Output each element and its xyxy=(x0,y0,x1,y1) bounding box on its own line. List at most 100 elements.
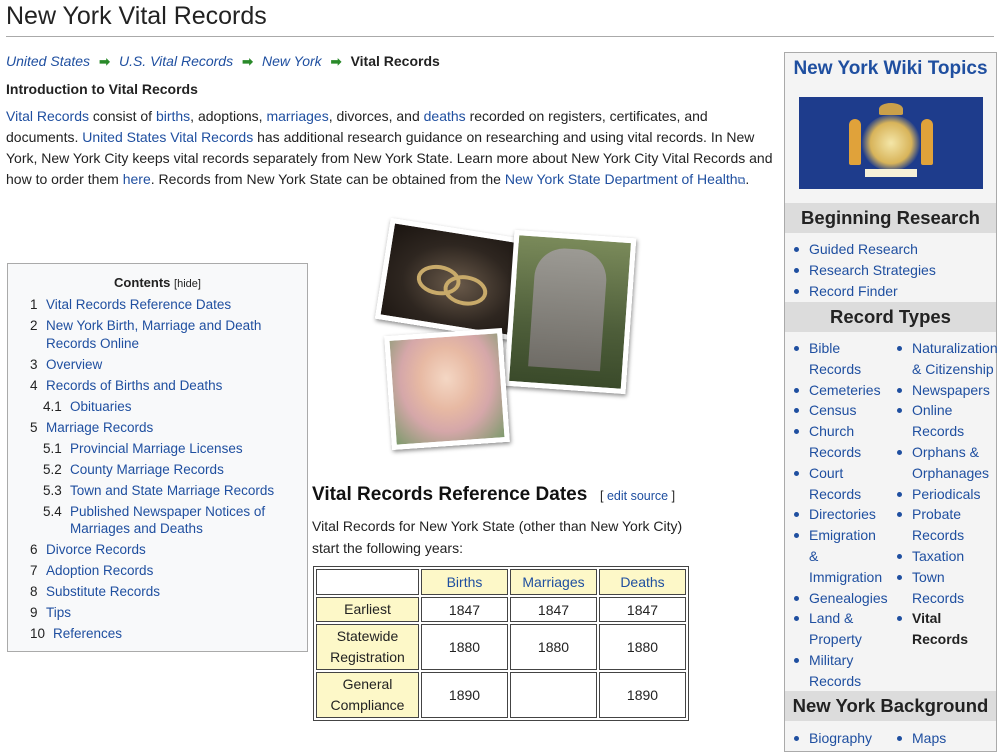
section-record-types: Record Types xyxy=(785,302,996,332)
column-header[interactable]: Marriages xyxy=(510,569,597,595)
sidebar-item: Land & Property xyxy=(785,608,889,650)
toc-item: 10 References xyxy=(8,625,307,643)
sidebar-link[interactable]: Taxation xyxy=(912,548,964,564)
toc-link[interactable]: Town and State Marriage Records xyxy=(70,483,274,498)
toc-link[interactable]: Divorce Records xyxy=(46,542,146,557)
sidebar-link[interactable]: Probate Records xyxy=(912,506,964,543)
toc-hide-toggle[interactable]: [hide] xyxy=(174,278,201,290)
sidebar-link[interactable]: Maps xyxy=(912,730,946,746)
sidebar-link[interactable]: Record Finder xyxy=(809,283,898,299)
breadcrumb-united-states[interactable]: United States xyxy=(6,53,90,69)
toc-item: 5.4 Published Newspaper Notices of Marria… xyxy=(8,503,307,538)
sidebar-link[interactable]: Court Records xyxy=(809,465,861,502)
sidebar-link[interactable]: Military Records xyxy=(809,652,861,689)
toc-link[interactable]: Provincial Marriage Licenses xyxy=(70,441,243,456)
toc-list: 1 Vital Records Reference Dates 2 New York … xyxy=(8,296,307,643)
sidebar-item: Cemeteries xyxy=(785,380,889,401)
toc-link[interactable]: Obituaries xyxy=(70,399,132,414)
wedding-rings-photo xyxy=(374,217,528,341)
toc-link[interactable]: Marriage Records xyxy=(46,420,153,435)
sidebar-item: Newspapers xyxy=(888,380,998,401)
new-york-flag-image xyxy=(799,97,983,189)
link-here[interactable]: here xyxy=(123,171,151,187)
toc-link[interactable]: Tips xyxy=(46,605,71,620)
title-divider xyxy=(6,36,994,37)
toc-item: 8 Substitute Records xyxy=(8,583,307,601)
toc-link[interactable]: New York Birth, Marriage and Death Recor… xyxy=(46,318,261,351)
section-text: Vital Records for New York State (other … xyxy=(312,518,683,556)
toc-number: 9 xyxy=(30,605,38,620)
table-cell: 1847 xyxy=(599,597,686,622)
arrow-right-icon: ➡ xyxy=(99,54,110,69)
sidebar-item: Probate Records xyxy=(888,504,998,546)
sidebar-link[interactable]: Guided Research xyxy=(809,241,918,257)
sidebar-link[interactable]: Emigration & Immigration xyxy=(809,527,882,585)
sidebar-item: Orphans & Orphanages xyxy=(888,442,998,484)
sidebar-link[interactable]: Online Records xyxy=(912,402,964,439)
toc-link[interactable]: Published Newspaper Notices of Marriages… xyxy=(70,504,265,537)
toc-link[interactable]: Vital Records Reference Dates xyxy=(46,297,231,312)
toc-number: 8 xyxy=(30,584,38,599)
sidebar-item: Research Strategies xyxy=(785,260,996,281)
table-row: General Compliance 1890 1890 xyxy=(316,672,686,718)
toc-link[interactable]: Overview xyxy=(46,357,102,372)
sidebar-link[interactable]: Orphans & Orphanages xyxy=(912,444,989,481)
sidebar-link[interactable]: Biography xyxy=(809,730,872,746)
row-header: Statewide Registration xyxy=(316,624,419,670)
edit-source-link[interactable]: edit source xyxy=(607,489,668,503)
sidebar-item: Military Records xyxy=(785,650,889,692)
intro-text: consist of xyxy=(89,108,156,124)
sidebar-link[interactable]: Cemeteries xyxy=(809,382,881,398)
link-ny-dept-health[interactable]: New York State Department of Health xyxy=(505,171,738,187)
sidebar-item: Biography xyxy=(785,728,889,749)
toc-link[interactable]: County Marriage Records xyxy=(70,462,224,477)
arrow-right-icon: ➡ xyxy=(330,54,342,69)
breadcrumb-new-york[interactable]: New York xyxy=(262,53,322,69)
sidebar-item: Emigration & Immigration xyxy=(785,525,889,587)
toc-item: 2 New York Birth, Marriage and Death Reco… xyxy=(8,317,307,352)
toc-link[interactable]: Adoption Records xyxy=(46,563,153,578)
record-types-list-right: Naturalization & Citizenship Newspapers On… xyxy=(888,338,998,650)
column-header[interactable]: Deaths xyxy=(599,569,686,595)
link-deaths[interactable]: deaths xyxy=(424,108,466,124)
toc-link[interactable]: Substitute Records xyxy=(46,584,160,599)
breadcrumb: United States ➡ U.S. Vital Records ➡ New Yor… xyxy=(6,53,440,70)
toc-item: 3 Overview xyxy=(8,356,307,374)
toc-number: 6 xyxy=(30,542,38,557)
toc-number: 4.1 xyxy=(43,398,62,414)
sidebar-link[interactable]: Genealogies xyxy=(809,590,888,606)
seal-icon xyxy=(861,115,921,171)
sidebar-link[interactable]: Directories xyxy=(809,506,876,522)
sidebar-item: Town Records xyxy=(888,567,998,609)
sidebar-link[interactable]: Town Records xyxy=(912,569,964,606)
table-corner-cell xyxy=(316,569,419,595)
link-vital-records[interactable]: Vital Records xyxy=(6,108,89,124)
sidebar-item: Naturalization & Citizenship xyxy=(888,338,998,380)
link-marriages[interactable]: marriages xyxy=(266,108,328,124)
breadcrumb-us-vital-records[interactable]: U.S. Vital Records xyxy=(119,53,233,69)
link-births[interactable]: births xyxy=(156,108,190,124)
toc-link[interactable]: Records of Births and Deaths xyxy=(46,378,222,393)
sidebar-link[interactable]: Church Records xyxy=(809,423,861,460)
page-title: New York Vital Records xyxy=(6,2,267,30)
breadcrumb-current: Vital Records xyxy=(350,53,440,69)
sidebar-link[interactable]: Research Strategies xyxy=(809,262,936,278)
column-header[interactable]: Births xyxy=(421,569,508,595)
toc-number: 5.2 xyxy=(43,461,62,477)
toc-number: 5 xyxy=(30,419,38,435)
sidebar-link[interactable]: Vital Records xyxy=(912,610,968,647)
toc-link[interactable]: References xyxy=(53,626,122,641)
table-cell: 1890 xyxy=(599,672,686,718)
sidebar-link[interactable]: Naturalization & Citizenship xyxy=(912,340,998,377)
toc-item: 5.2 County Marriage Records xyxy=(8,461,307,479)
sidebar-link[interactable]: Bible Records xyxy=(809,340,861,377)
sidebar-link[interactable]: Census xyxy=(809,402,856,418)
sidebar-link[interactable]: Land & Property xyxy=(809,610,862,647)
sidebar-link[interactable]: Newspapers xyxy=(912,382,990,398)
intro-text: . xyxy=(745,171,750,187)
eagle-icon xyxy=(879,103,903,115)
link-us-vital-records[interactable]: United States Vital Records xyxy=(82,129,253,145)
sidebar-link[interactable]: Periodicals xyxy=(912,486,980,502)
toc-number: 10 xyxy=(30,626,46,641)
sidebar-item: Online Records xyxy=(888,400,998,442)
